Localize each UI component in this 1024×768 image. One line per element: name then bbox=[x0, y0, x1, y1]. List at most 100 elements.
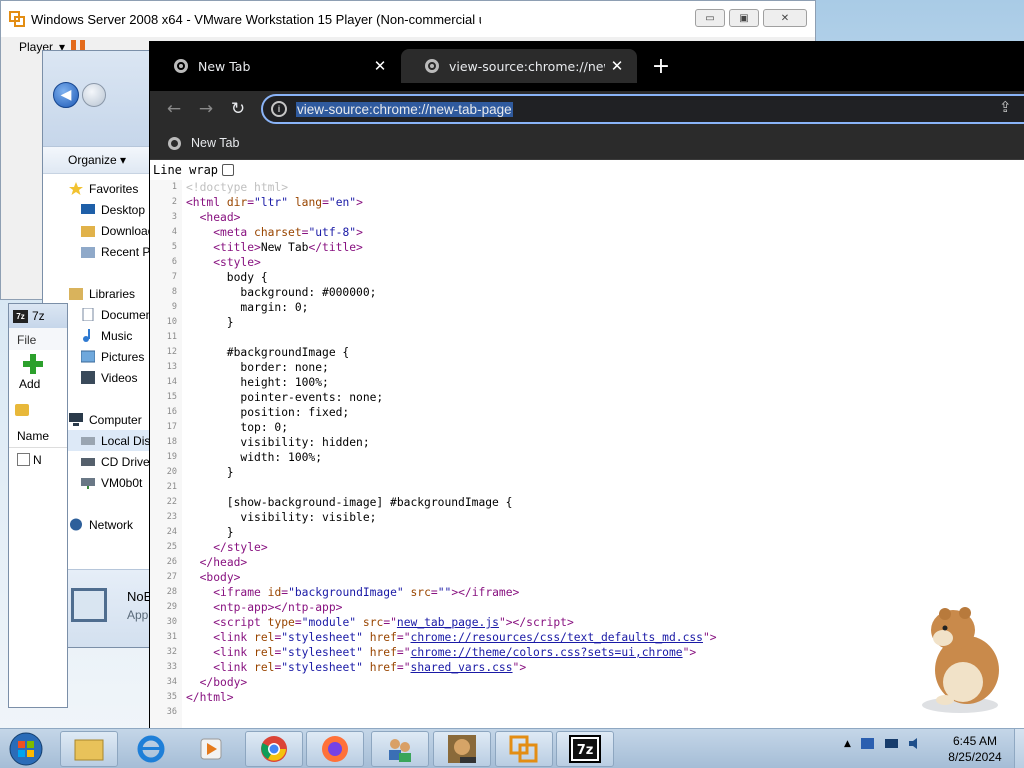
sevenzip-window: 7z 7z File Add Name N bbox=[8, 303, 68, 708]
source-link[interactable]: shared_vars.css bbox=[411, 661, 513, 674]
address-bar[interactable]: i view-source:chrome://new-tab-page ⇪ ☆ bbox=[261, 94, 1024, 124]
add-button[interactable]: Add bbox=[9, 350, 67, 400]
file-icon bbox=[17, 453, 30, 466]
vmware-titlebar[interactable]: Windows Server 2008 x64 - VMware Worksta… bbox=[1, 1, 815, 37]
nav-recent-places[interactable]: Recent Places bbox=[43, 241, 161, 262]
media-player-icon bbox=[200, 738, 222, 760]
star-icon bbox=[69, 182, 83, 195]
line-wrap-control: Line wrap bbox=[150, 160, 1024, 180]
details-subtitle: App bbox=[127, 608, 149, 622]
taskbar-7zip[interactable]: 7z bbox=[556, 731, 614, 767]
nav-desktop[interactable]: Desktop bbox=[43, 199, 161, 220]
explorer-header: ◀ bbox=[43, 51, 161, 146]
file-menu[interactable]: File bbox=[9, 328, 67, 350]
system-clock[interactable]: 6:45 AM 8/25/2024 bbox=[940, 733, 1010, 765]
close-tab-button[interactable]: ✕ bbox=[605, 57, 629, 75]
line-wrap-label: Line wrap bbox=[153, 163, 219, 177]
recent-places-icon bbox=[81, 247, 95, 258]
source-link[interactable]: chrome://resources/css/text_defaults_md.… bbox=[411, 631, 703, 644]
back-button[interactable]: ← bbox=[162, 97, 186, 121]
source-code: 1 <!doctype html> 2 <html dir="ltr" lang="… bbox=[166, 181, 717, 717]
network-drive-icon bbox=[81, 478, 95, 489]
omnibox-actions: ⇪ ☆ bbox=[999, 98, 1024, 116]
minimize-button[interactable]: ▭ bbox=[695, 9, 725, 27]
desktop-icon bbox=[81, 204, 95, 214]
taskbar: 7z ▲ 6:45 AM 8/25/2024 bbox=[0, 728, 1024, 768]
network-status-icon[interactable] bbox=[884, 737, 899, 750]
network-computer-icon bbox=[71, 588, 107, 622]
share-icon[interactable]: ⇪ bbox=[999, 98, 1012, 116]
sevenzip-titlebar[interactable]: 7z 7z bbox=[9, 304, 67, 328]
taskbar-users[interactable] bbox=[371, 731, 429, 767]
music-icon bbox=[83, 329, 90, 342]
taskbar-firefox[interactable] bbox=[306, 731, 364, 767]
vmware-title: Windows Server 2008 x64 - VMware Worksta… bbox=[31, 11, 481, 27]
organize-menu[interactable]: Organize ▾ bbox=[68, 153, 126, 167]
folder-icon bbox=[74, 739, 104, 761]
clock-time: 6:45 AM bbox=[952, 734, 998, 748]
vmware-tools-icon[interactable] bbox=[860, 737, 875, 750]
taskbar-chrome[interactable] bbox=[245, 731, 303, 767]
tab-new-tab[interactable]: New Tab ✕ bbox=[150, 49, 400, 83]
nav-downloads[interactable]: Downloads bbox=[43, 220, 161, 241]
view-source-page: Line wrap 1 <!doctype html> 2 <html dir="l… bbox=[150, 160, 1024, 729]
line-wrap-checkbox[interactable] bbox=[222, 164, 235, 176]
globe-icon bbox=[168, 136, 181, 150]
taskbar-media-player[interactable] bbox=[182, 731, 240, 767]
downloads-folder-icon bbox=[81, 226, 95, 237]
vmware-window-controls: ▭ ▣ ✕ bbox=[695, 9, 807, 27]
clock-date: 8/25/2024 bbox=[948, 750, 1002, 764]
internet-explorer-icon bbox=[137, 735, 165, 763]
reload-icon: ↻ bbox=[230, 99, 246, 119]
folder-up-icon bbox=[15, 404, 29, 416]
start-button[interactable] bbox=[6, 731, 46, 767]
taskbar-internet-explorer[interactable] bbox=[122, 731, 180, 767]
close-button[interactable]: ✕ bbox=[763, 9, 807, 27]
site-info-icon[interactable]: i bbox=[271, 101, 287, 117]
forward-button[interactable]: → bbox=[194, 97, 218, 121]
arrow-right-icon: → bbox=[198, 99, 214, 119]
url-text[interactable]: view-source:chrome://new-tab-page bbox=[296, 101, 513, 117]
close-tab-button[interactable]: ✕ bbox=[368, 57, 392, 75]
nav-favorites[interactable]: Favorites bbox=[43, 178, 161, 199]
nav-libraries[interactable]: Libraries bbox=[43, 283, 161, 304]
vmware-logo-icon bbox=[509, 735, 538, 763]
cd-drive-icon bbox=[81, 458, 95, 466]
volume-icon[interactable] bbox=[908, 737, 923, 750]
libraries-icon bbox=[69, 288, 83, 300]
taskbar-vmware[interactable] bbox=[495, 731, 553, 767]
bookmarks-bar: New Tab bbox=[150, 127, 1024, 160]
browser-toolbar: ← → ↻ i view-source:chrome://new-tab-pag… bbox=[150, 91, 1024, 127]
taskbar-box-app[interactable] bbox=[433, 731, 491, 767]
sevenzip-logo-icon: 7z bbox=[13, 309, 28, 323]
maximize-button[interactable]: ▣ bbox=[729, 9, 759, 27]
sevenzip-path-bar[interactable] bbox=[9, 400, 67, 424]
new-tab-button[interactable]: + bbox=[648, 53, 674, 79]
hamster-desktop-pet-icon[interactable] bbox=[915, 600, 1005, 715]
network-icon bbox=[70, 518, 82, 531]
box-app-icon bbox=[448, 735, 476, 763]
show-desktop-button[interactable] bbox=[1014, 729, 1024, 768]
bookmark-new-tab[interactable]: New Tab bbox=[191, 136, 239, 150]
chrome-window: New Tab ✕ view-source:chrome://new-tab-p… bbox=[149, 41, 1024, 729]
tab-strip: New Tab ✕ view-source:chrome://new-tab-p… bbox=[150, 41, 1024, 91]
reload-button[interactable]: ↻ bbox=[226, 97, 250, 121]
column-header-name[interactable]: Name bbox=[9, 424, 67, 448]
firefox-icon bbox=[322, 736, 348, 762]
back-button[interactable]: ◀ bbox=[53, 82, 79, 108]
source-link[interactable]: new_tab_page.js bbox=[397, 616, 499, 629]
sevenzip-icon: 7z bbox=[569, 735, 601, 763]
chrome-icon bbox=[261, 736, 287, 762]
documents-icon bbox=[82, 308, 94, 321]
source-link[interactable]: chrome://theme/colors.css?sets=ui,chrome bbox=[411, 646, 683, 659]
system-tray: ▲ bbox=[844, 737, 923, 750]
tab-view-source[interactable]: view-source:chrome://new-tab-page ✕ bbox=[401, 49, 637, 83]
pictures-icon bbox=[81, 350, 95, 363]
forward-button[interactable] bbox=[82, 83, 106, 107]
chrome-icon bbox=[174, 59, 188, 73]
users-icon bbox=[389, 739, 411, 762]
taskbar-explorer[interactable] bbox=[60, 731, 118, 767]
plus-icon bbox=[23, 354, 43, 374]
list-item[interactable]: N bbox=[9, 448, 67, 470]
show-hidden-icons-button[interactable]: ▲ bbox=[844, 739, 851, 749]
